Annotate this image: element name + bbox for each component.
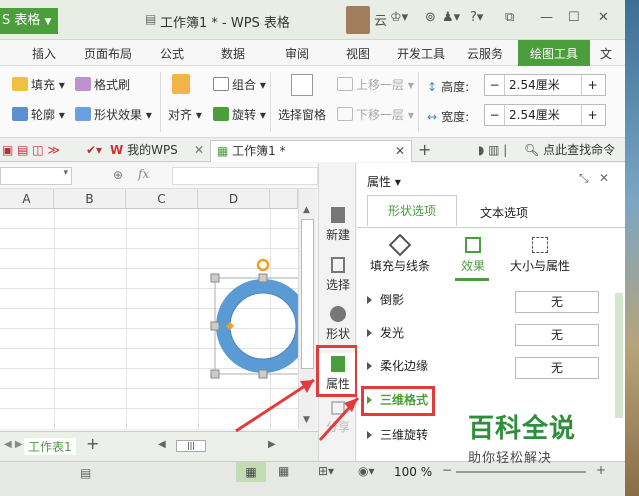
page-break-view-icon[interactable]: ⊞▾ bbox=[318, 464, 334, 478]
desktop-background bbox=[625, 0, 639, 496]
reading-mode-icon[interactable]: ◉▾ bbox=[358, 464, 375, 478]
status-doc-icon[interactable]: ▤ bbox=[80, 466, 91, 480]
zoom-level[interactable]: 100 % bbox=[394, 465, 432, 479]
zoom-out-button[interactable]: − bbox=[442, 463, 452, 477]
watermark-title: 百科全说 bbox=[468, 414, 577, 444]
watermark-logo: 百科全说 助你轻松解决 bbox=[468, 408, 598, 466]
zoom-slider[interactable] bbox=[456, 471, 586, 473]
page-layout-view-icon[interactable]: ▦ bbox=[278, 464, 289, 478]
status-bar: ▤ ▦ ▦ ⊞▾ ◉▾ 100 % − + bbox=[0, 461, 625, 496]
watermark-subtitle: 助你轻松解决 bbox=[468, 451, 553, 466]
wps-window: S 表格 ▼ ▤ 工作簿1 * - WPS 表格 云 ♔▾ ⊚ ♟▾ ?▾ ⧉ … bbox=[0, 0, 625, 496]
normal-view-button[interactable]: ▦ bbox=[236, 462, 266, 482]
